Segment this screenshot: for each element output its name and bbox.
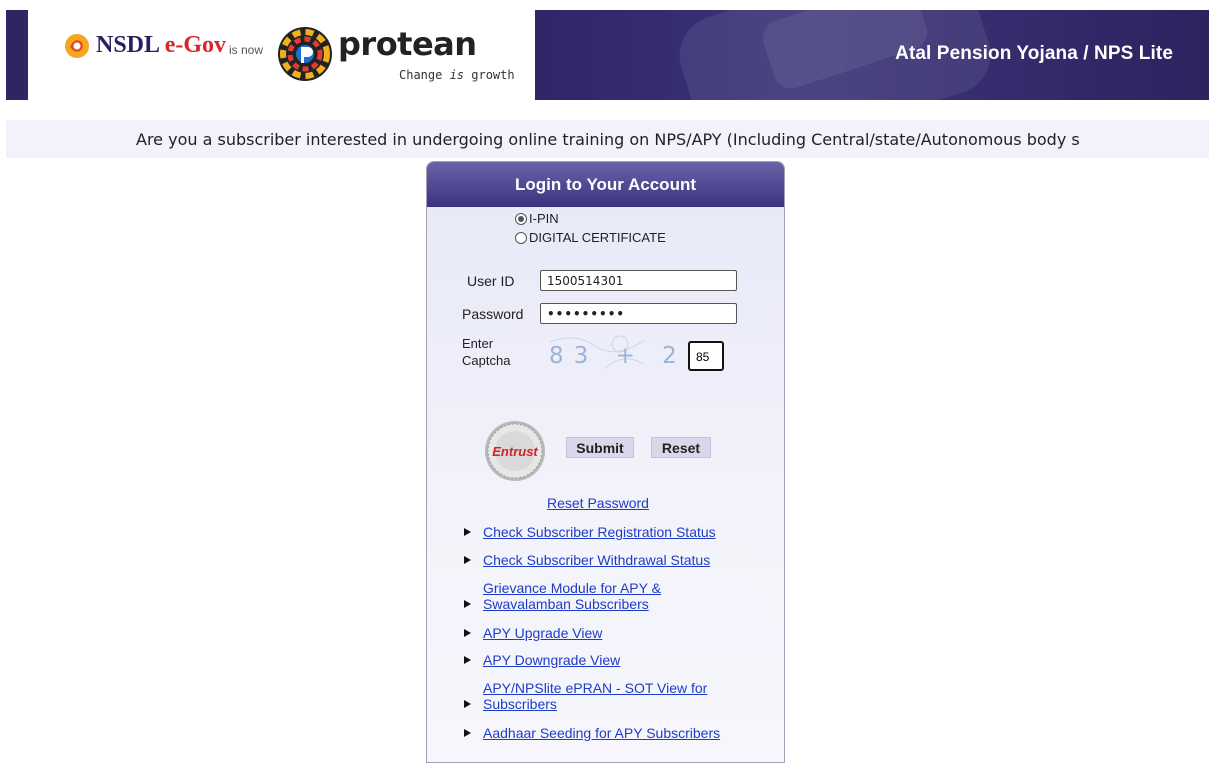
captcha-image: 83 + 2 =	[545, 332, 723, 376]
aadhaar-seeding-link[interactable]: Aadhaar Seeding for APY Subscribers	[483, 725, 720, 741]
arrow-right-icon	[464, 729, 471, 737]
protean-tagline: Change is growth	[399, 68, 515, 82]
radio-digital-certificate-label: DIGITAL CERTIFICATE	[529, 230, 666, 245]
radio-digital-certificate-button[interactable]	[515, 231, 527, 244]
arrow-right-icon	[464, 656, 471, 664]
header-logo-area: NSDL e-Gov is now protean Change is grow…	[28, 10, 535, 100]
captcha-answer-input[interactable]: 85	[688, 341, 724, 371]
login-panel: Login to Your Account I-PIN DIGITAL CERT…	[426, 161, 785, 763]
password-label: Password	[462, 306, 524, 322]
protean-logo-icon	[276, 25, 334, 83]
captcha-text: 83 + 2 =	[549, 343, 687, 369]
is-now-text: is now	[229, 43, 264, 57]
grievance-module-link[interactable]: Grievance Module for APY & Swavalamban S…	[483, 580, 693, 612]
header-title-panel: Atal Pension Yojana / NPS Lite	[535, 10, 1209, 100]
radio-ipin-button[interactable]	[515, 212, 527, 225]
list-item: APY Upgrade View	[462, 625, 762, 641]
arrow-right-icon	[464, 600, 471, 608]
arrow-right-icon	[464, 629, 471, 637]
nsdl-emblem-icon	[64, 33, 90, 59]
radio-digital-certificate[interactable]: DIGITAL CERTIFICATE	[515, 230, 666, 245]
captcha-label-line1: Enter	[462, 336, 494, 351]
check-withdrawal-status-link[interactable]: Check Subscriber Withdrawal Status	[483, 552, 710, 568]
login-title: Login to Your Account	[427, 162, 784, 207]
arrow-right-icon	[464, 556, 471, 564]
entrust-seal-icon: Entrust	[483, 419, 547, 483]
apy-upgrade-view-link[interactable]: APY Upgrade View	[483, 625, 602, 641]
training-banner[interactable]: Are you a subscriber interested in under…	[6, 120, 1209, 158]
radio-ipin-label: I-PIN	[529, 211, 559, 226]
list-item: Check Subscriber Registration Status	[462, 524, 762, 540]
list-item: Aadhaar Seeding for APY Subscribers	[462, 725, 762, 741]
list-item: Check Subscriber Withdrawal Status	[462, 552, 762, 568]
apy-downgrade-view-link[interactable]: APY Downgrade View	[483, 652, 620, 668]
reset-button[interactable]: Reset	[651, 437, 711, 458]
password-input[interactable]: •••••••••	[540, 303, 737, 324]
page-title: Atal Pension Yojana / NPS Lite	[895, 43, 1173, 64]
arrow-right-icon	[464, 528, 471, 536]
arrow-right-icon	[464, 700, 471, 708]
header-left-strip	[6, 10, 28, 100]
protean-wordmark: protean	[338, 25, 477, 63]
list-item: APY/NPSlite ePRAN - SOT View for Subscri…	[462, 680, 762, 712]
submit-button[interactable]: Submit	[566, 437, 634, 458]
epran-sot-view-link[interactable]: APY/NPSlite ePRAN - SOT View for Subscri…	[483, 680, 743, 712]
reset-password-link[interactable]: Reset Password	[547, 495, 649, 511]
list-item: APY Downgrade View	[462, 652, 762, 668]
list-item: Grievance Module for APY & Swavalamban S…	[462, 580, 762, 612]
user-id-label: User ID	[467, 273, 515, 289]
radio-ipin[interactable]: I-PIN	[515, 211, 559, 226]
svg-text:Entrust: Entrust	[492, 444, 538, 459]
nsdl-logo: NSDL e-Gov	[64, 32, 226, 59]
user-id-input[interactable]: 1500514301	[540, 270, 737, 291]
captcha-label-line2: Captcha	[462, 353, 511, 368]
site-header: NSDL e-Gov is now protean Change is grow…	[6, 10, 1209, 100]
banner-text: Are you a subscriber interested in under…	[136, 130, 1080, 149]
nsdl-wordmark: NSDL e-Gov	[96, 32, 227, 58]
check-registration-status-link[interactable]: Check Subscriber Registration Status	[483, 524, 716, 540]
